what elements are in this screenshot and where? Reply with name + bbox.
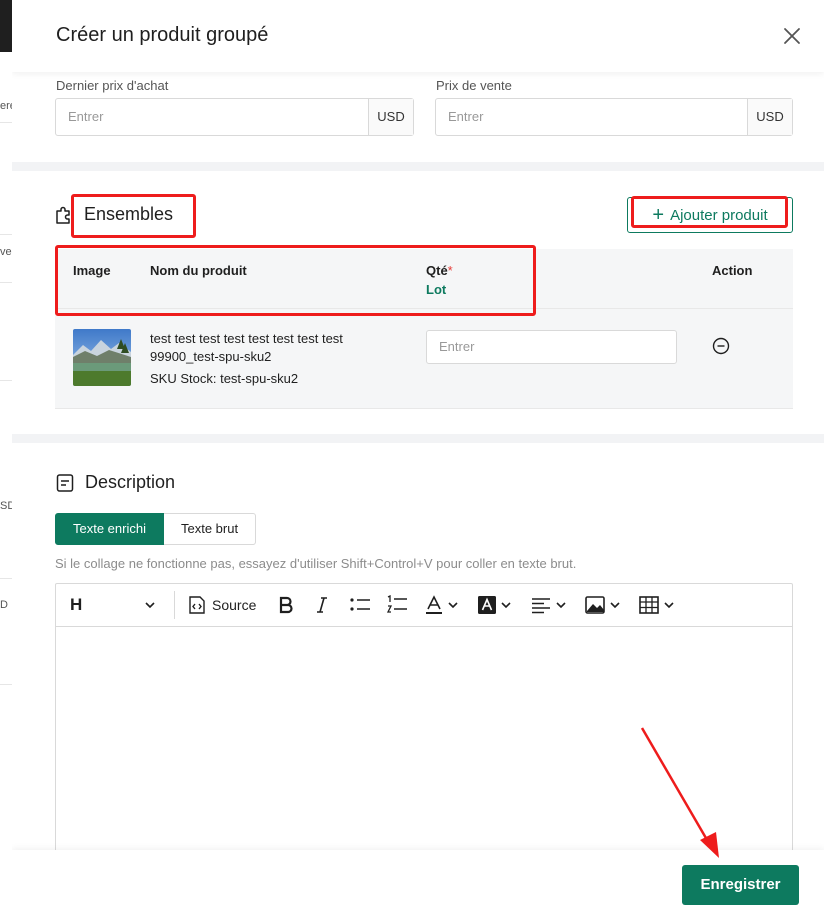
sale-price-label: Prix de vente — [436, 78, 512, 93]
source-button[interactable]: Source — [186, 592, 256, 618]
editor-mode-tabs: Texte enrichi Texte brut — [55, 513, 257, 545]
bulleted-list-button[interactable] — [349, 592, 371, 618]
toolbar-divider — [174, 591, 175, 619]
font-color-icon — [426, 595, 442, 614]
image-button[interactable] — [585, 592, 621, 618]
align-icon — [532, 598, 550, 614]
italic-button[interactable] — [314, 592, 330, 618]
last-purchase-price-input[interactable]: Entrer — [56, 99, 368, 135]
create-bundle-modal: Créer un produit groupé Dernier prix d'a… — [12, 0, 824, 910]
save-button[interactable]: Enregistrer — [682, 865, 799, 905]
chevron-down-icon — [556, 602, 566, 609]
align-button[interactable] — [531, 592, 567, 618]
background-divider — [0, 578, 12, 579]
close-icon[interactable] — [780, 24, 804, 48]
source-code-icon — [189, 596, 205, 614]
currency-addon: USD — [368, 99, 413, 135]
description-heading: Description — [55, 472, 175, 493]
bold-button[interactable] — [277, 592, 295, 618]
add-product-button[interactable]: + Ajouter produit — [627, 197, 793, 233]
table-header: Image Nom du produit Qté* Lot Action — [55, 249, 793, 309]
product-thumbnail — [73, 329, 131, 386]
numbered-list-button[interactable] — [386, 592, 408, 618]
modal-footer: Enregistrer — [12, 850, 824, 910]
table-row: test test test test test test test test … — [55, 309, 793, 409]
background-text: SD — [0, 500, 12, 512]
product-name: test test test test test test test test … — [150, 331, 343, 364]
column-product-name: Nom du produit — [150, 263, 247, 278]
bundles-heading: Ensembles — [54, 204, 173, 225]
qty-unit: Lot — [426, 282, 447, 297]
currency-addon: USD — [747, 99, 792, 135]
column-qty: Qté* Lot — [426, 263, 453, 297]
background-divider — [0, 684, 12, 685]
column-image: Image — [73, 263, 111, 278]
bundles-section: Ensembles + Ajouter produit Image Nom du… — [12, 171, 824, 434]
pricing-section: Dernier prix d'achat Entrer USD Prix de … — [12, 72, 824, 162]
background-text: ve — [0, 246, 12, 258]
minus-circle-icon[interactable] — [712, 337, 730, 355]
plus-icon: + — [652, 204, 665, 226]
product-sku: SKU Stock: test-spu-sku2 — [150, 371, 299, 386]
description-section: Description Texte enrichi Texte brut Si … — [12, 443, 824, 910]
qty-label: Qté — [426, 263, 448, 278]
heading-label: H — [70, 595, 83, 614]
editor-toolbar: H Source — [56, 584, 792, 627]
paste-hint: Si le collage ne fonctionne pas, essayez… — [55, 556, 577, 571]
heading-dropdown[interactable]: H — [70, 592, 156, 618]
document-icon — [56, 473, 74, 492]
numbered-list-icon — [386, 595, 407, 613]
description-title: Description — [85, 472, 176, 492]
sale-price-field[interactable]: Entrer USD — [435, 98, 793, 136]
chevron-down-icon — [664, 602, 674, 609]
rich-text-editor: H Source — [55, 583, 793, 883]
background-page: ere ve SD D — [0, 0, 12, 910]
chevron-down-icon — [610, 602, 620, 609]
highlight-button[interactable] — [478, 592, 512, 618]
chevron-down-icon — [501, 602, 511, 609]
bundle-table: Image Nom du produit Qté* Lot Action tes… — [55, 249, 793, 409]
table-icon — [639, 596, 659, 614]
column-action: Action — [712, 263, 753, 278]
tab-plain-text[interactable]: Texte brut — [163, 513, 257, 545]
background-divider — [0, 234, 12, 235]
sale-price-input[interactable]: Entrer — [436, 99, 747, 135]
background-divider — [0, 122, 12, 123]
editor-content-area[interactable] — [56, 627, 792, 882]
source-label: Source — [212, 597, 257, 613]
background-divider — [0, 282, 12, 283]
chevron-down-icon — [448, 602, 458, 609]
modal-title: Créer un produit groupé — [56, 24, 269, 46]
italic-icon — [317, 597, 327, 613]
add-product-label: Ajouter produit — [670, 206, 768, 224]
background-text: D — [0, 599, 8, 611]
last-purchase-price-field[interactable]: Entrer USD — [55, 98, 414, 136]
bold-icon — [279, 596, 293, 614]
bundles-title: Ensembles — [84, 204, 174, 224]
puzzle-icon — [56, 206, 70, 224]
required-mark: * — [447, 263, 453, 278]
background-divider — [0, 380, 12, 381]
last-purchase-price-label: Dernier prix d'achat — [56, 78, 169, 93]
highlight-icon — [478, 596, 496, 614]
font-color-button[interactable] — [425, 592, 459, 618]
background-header — [0, 0, 12, 52]
qty-input[interactable]: Entrer — [426, 330, 677, 364]
tab-rich-text[interactable]: Texte enrichi — [55, 513, 164, 545]
background-text: ere — [0, 100, 12, 112]
table-button[interactable] — [639, 592, 675, 618]
modal-header: Créer un produit groupé — [12, 0, 824, 72]
bulleted-list-icon — [350, 598, 370, 611]
chevron-down-icon — [145, 602, 155, 609]
image-icon — [585, 596, 605, 614]
